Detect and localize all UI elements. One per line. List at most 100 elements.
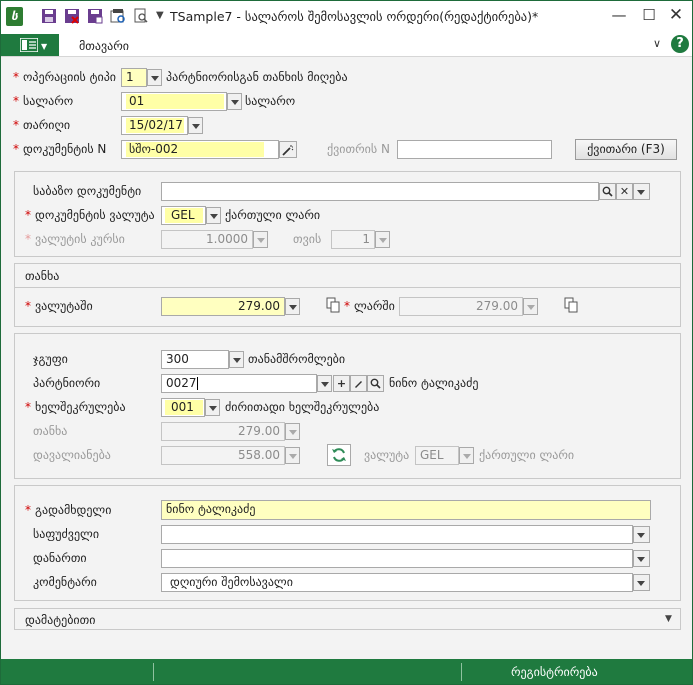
group-dropdown[interactable]: [229, 351, 244, 368]
copy-amount-icon[interactable]: [326, 297, 340, 313]
date-dropdown[interactable]: [188, 117, 203, 134]
cashbox-dropdown[interactable]: [227, 93, 242, 110]
comment-dropdown[interactable]: [633, 574, 650, 591]
close-button[interactable]: ✕: [665, 5, 687, 25]
menu-icon: [20, 38, 38, 52]
partner-amount-field[interactable]: 279.00: [161, 422, 285, 441]
amount-lari-field[interactable]: 279.00: [399, 297, 523, 316]
attachment-dropdown[interactable]: [633, 550, 650, 567]
window-title: TSample7 - სალაროს შემოსავლის ორდერი(რედ…: [170, 9, 539, 24]
base-doc-dropdown[interactable]: [633, 183, 650, 200]
amount-currency-field[interactable]: 279.00: [161, 297, 285, 316]
amount-panel: [14, 263, 681, 327]
doc-currency-field[interactable]: GEL: [161, 206, 206, 225]
rate-per-dropdown[interactable]: [375, 231, 390, 248]
partner-label: პარტნიორი: [33, 376, 101, 390]
extra-panel[interactable]: [14, 608, 681, 630]
register-button[interactable]: რეგისტრირება: [511, 665, 598, 679]
title-bar: ს ▼ TSample7 - სალაროს შემოსავლის ორდერი…: [1, 1, 692, 32]
cashbox-field[interactable]: 01: [121, 92, 227, 111]
save-new-icon[interactable]: [87, 8, 103, 24]
group-field[interactable]: 300: [161, 350, 229, 369]
partner-add-button[interactable]: +: [333, 375, 350, 392]
group-description: თანამშრომლები: [248, 352, 346, 366]
amount-currency-label: * ვალუტაში: [25, 299, 93, 313]
contract-dropdown[interactable]: [205, 399, 220, 416]
search-document-icon[interactable]: [133, 8, 149, 24]
clear-icon: ✕: [619, 185, 630, 198]
partner-amount-label: თანხა: [33, 424, 68, 438]
comment-label: კომენტარი: [33, 575, 97, 589]
debt-field[interactable]: 558.00: [161, 446, 285, 465]
basis-label: საფუძველი: [33, 527, 100, 541]
receipt-no-field[interactable]: [397, 140, 552, 159]
copy-lari-icon[interactable]: [564, 297, 578, 313]
base-doc-clear-button[interactable]: ✕: [616, 183, 633, 200]
contract-field[interactable]: 001: [161, 398, 205, 417]
debt-dropdown[interactable]: [285, 447, 300, 464]
amount-lari-label: * ლარში: [344, 299, 395, 313]
rate-per-field[interactable]: 1: [331, 230, 375, 249]
help-icon[interactable]: ?: [671, 35, 689, 53]
partner-description: ნინო ტალიკაძე: [389, 376, 479, 390]
partner-amount-dropdown[interactable]: [285, 423, 300, 440]
amount-lari-dropdown[interactable]: [523, 298, 538, 315]
collapse-ribbon-icon[interactable]: ∨: [653, 37, 661, 50]
pencil-icon: [355, 381, 362, 388]
expand-extra-icon[interactable]: ▼: [665, 614, 672, 624]
search-icon: [370, 378, 381, 389]
debt-currency-field[interactable]: GEL: [415, 446, 459, 465]
attachment-field[interactable]: [161, 549, 633, 568]
payer-field[interactable]: ნინო ტალიკაძე: [161, 500, 651, 520]
rate-field[interactable]: 1.0000: [161, 230, 253, 249]
basis-dropdown[interactable]: [633, 526, 650, 543]
op-type-field[interactable]: 1: [121, 68, 147, 87]
tab-main[interactable]: მთავარი: [79, 39, 129, 53]
wand-icon: [282, 145, 294, 156]
maximize-button[interactable]: ☐: [638, 5, 660, 25]
extra-panel-title: დამატებითი: [25, 613, 96, 627]
search-icon: [602, 186, 613, 197]
payer-label: * გადამხდელი: [25, 503, 112, 517]
base-doc-search-button[interactable]: [599, 183, 616, 200]
partner-field[interactable]: 0027: [161, 374, 317, 393]
file-menu-button[interactable]: ▼: [1, 34, 59, 56]
cashbox-label: * სალარო: [13, 94, 74, 108]
debt-currency-description: ქართული ლარი: [479, 448, 575, 462]
base-doc-field[interactable]: [161, 182, 599, 201]
quick-access-dropdown-icon[interactable]: ▼: [156, 10, 164, 21]
amount-panel-divider: [14, 287, 681, 288]
main-window: ს ▼ TSample7 - სალაროს შემოსავლის ორდერი…: [0, 0, 693, 685]
debt-label: დავალიანება: [33, 448, 111, 462]
status-divider: [153, 663, 154, 681]
op-type-description: პარტნიორისგან თანხის მიღება: [166, 70, 348, 84]
rate-dropdown[interactable]: [253, 231, 268, 248]
debt-currency-dropdown[interactable]: [459, 447, 474, 464]
cashbox-description: სალარო: [245, 94, 296, 108]
basis-field[interactable]: [161, 525, 633, 544]
partner-edit-button[interactable]: [350, 375, 367, 392]
receipt-button[interactable]: ქვითარი (F3): [575, 139, 677, 160]
ribbon-bar: ▼ მთავარი ∨ ?: [1, 32, 692, 57]
partner-dropdown[interactable]: [317, 375, 332, 392]
base-doc-label: საბაზო დოკუმენტი: [33, 184, 142, 198]
status-divider: [461, 663, 462, 681]
amount-currency-dropdown[interactable]: [285, 298, 300, 315]
save-close-icon[interactable]: [64, 8, 80, 24]
partner-search-button[interactable]: [367, 375, 384, 392]
print-preview-icon[interactable]: [110, 8, 126, 24]
date-field[interactable]: 15/02/17: [121, 116, 188, 135]
attachment-label: დანართი: [33, 551, 87, 565]
minimize-button[interactable]: —: [608, 5, 630, 25]
comment-field[interactable]: დღიური შემოსავალი: [161, 573, 633, 592]
status-bar: რეგისტრირება: [1, 659, 692, 684]
group-label: ჯგუფი: [33, 352, 68, 366]
op-type-dropdown[interactable]: [147, 69, 162, 86]
doc-currency-dropdown[interactable]: [206, 207, 221, 224]
save-icon[interactable]: [41, 8, 57, 24]
amount-panel-title: თანხა: [25, 269, 60, 283]
doc-no-edit-button[interactable]: [279, 141, 297, 158]
doc-currency-description: ქართული ლარი: [225, 208, 321, 222]
doc-no-field[interactable]: სშო-002: [121, 140, 279, 159]
refresh-debt-button[interactable]: [327, 444, 351, 466]
